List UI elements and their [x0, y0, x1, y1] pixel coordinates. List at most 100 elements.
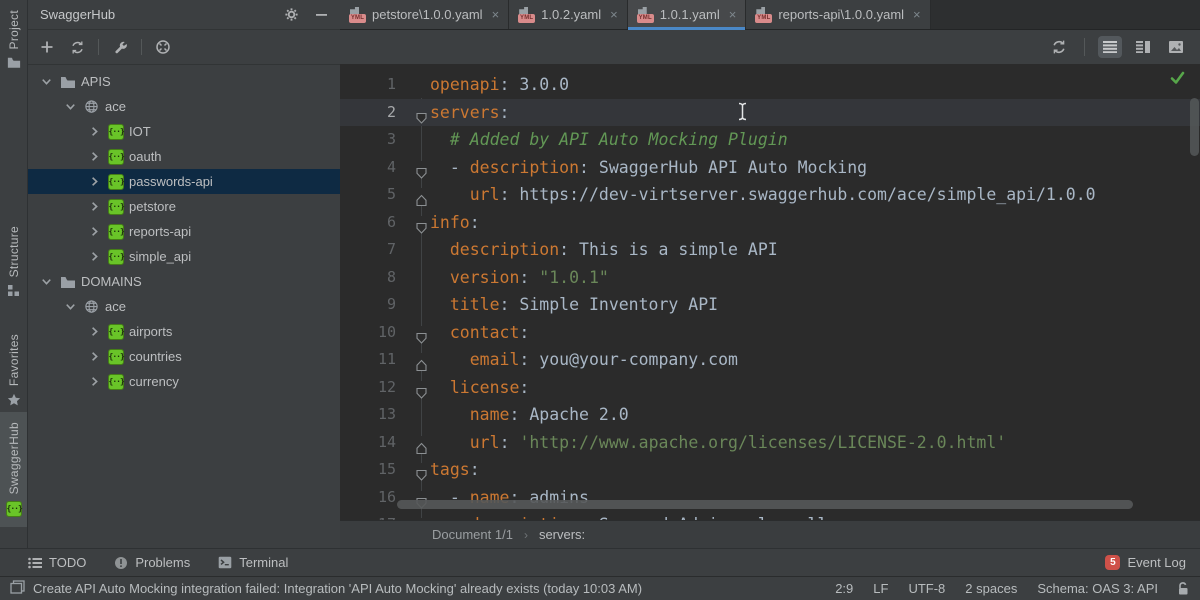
- chevron-right-icon[interactable]: [86, 374, 102, 389]
- editor-refresh-icon[interactable]: [1047, 36, 1071, 58]
- code-line[interactable]: 7 description: This is a simple API: [340, 236, 1200, 264]
- lock-open-icon[interactable]: [1176, 581, 1190, 596]
- view-preview-icon[interactable]: [1164, 36, 1188, 58]
- fold-region-open-icon[interactable]: [415, 326, 428, 339]
- code-line[interactable]: 3 # Added by API Auto Mocking Plugin: [340, 126, 1200, 154]
- tree-item-petstore[interactable]: {··}petstore: [28, 194, 340, 219]
- chevron-down-icon[interactable]: [62, 99, 78, 114]
- chevron-right-icon[interactable]: [86, 174, 102, 189]
- status-item[interactable]: UTF-8: [908, 581, 945, 596]
- tree-item-currency[interactable]: {··}currency: [28, 369, 340, 394]
- toolwindow-button-problems[interactable]: Problems: [114, 555, 190, 570]
- fold-region-open-icon[interactable]: [415, 106, 428, 119]
- tree-item-oauth[interactable]: {··}oauth: [28, 144, 340, 169]
- toolwindow-button-terminal[interactable]: Terminal: [218, 555, 288, 570]
- code-line[interactable]: 13 name: Apache 2.0: [340, 401, 1200, 429]
- close-icon[interactable]: ×: [610, 7, 618, 22]
- code-line[interactable]: 2servers:: [340, 99, 1200, 127]
- chevron-right-icon[interactable]: [86, 324, 102, 339]
- wrench-icon[interactable]: [111, 38, 129, 56]
- fold-region-open-icon[interactable]: [415, 463, 428, 476]
- horizontal-scrollbar-thumb[interactable]: [397, 500, 1133, 509]
- code-line[interactable]: 12 license:: [340, 374, 1200, 402]
- editor-tab[interactable]: YML1.0.2.yaml×: [509, 0, 628, 29]
- chevron-down-icon[interactable]: [62, 299, 78, 314]
- breadcrumb-node[interactable]: servers:: [539, 527, 585, 542]
- inspection-ok-check-icon[interactable]: [1169, 69, 1186, 90]
- code-line[interactable]: 14 url: 'http://www.apache.org/licenses/…: [340, 429, 1200, 457]
- api-icon: {··}: [107, 124, 124, 140]
- chevron-right-icon[interactable]: [86, 124, 102, 139]
- chevron-right-icon[interactable]: [86, 224, 102, 239]
- editor-tab[interactable]: YML1.0.1.yaml×: [628, 0, 747, 29]
- toolwindow-button-structure[interactable]: Structure: [0, 220, 27, 308]
- chevron-right-icon[interactable]: [86, 249, 102, 264]
- fold-region-close-icon[interactable]: [415, 436, 428, 449]
- breadcrumb-document[interactable]: Document 1/1: [432, 527, 513, 542]
- toolwindow-button-favorites[interactable]: Favorites: [0, 328, 27, 418]
- tree-item-reports-api[interactable]: {··}reports-api: [28, 219, 340, 244]
- code-line[interactable]: 15tags:: [340, 456, 1200, 484]
- code-text: description: This is a simple API: [430, 236, 778, 264]
- status-item[interactable]: 2 spaces: [965, 581, 1017, 596]
- code-line[interactable]: 11 email: you@your-company.com: [340, 346, 1200, 374]
- status-message[interactable]: Create API Auto Mocking integration fail…: [33, 581, 642, 596]
- toolwindow-button-todo[interactable]: TODO: [28, 555, 86, 570]
- status-item[interactable]: Schema: OAS 3: API: [1037, 581, 1158, 596]
- editor-tab[interactable]: YMLpetstore\1.0.0.yaml×: [340, 0, 509, 29]
- locate-icon[interactable]: [154, 38, 172, 56]
- add-icon[interactable]: [38, 38, 56, 56]
- code-line[interactable]: 1openapi: 3.0.0: [340, 71, 1200, 99]
- vertical-scrollbar-thumb[interactable]: [1190, 98, 1199, 156]
- tree-item-ace[interactable]: ace: [28, 294, 340, 319]
- code-line[interactable]: 10 contact:: [340, 319, 1200, 347]
- chevron-right-icon[interactable]: [86, 149, 102, 164]
- fold-region-close-icon[interactable]: [415, 518, 428, 520]
- minimize-icon[interactable]: [315, 8, 328, 21]
- tree-item-countries[interactable]: {··}countries: [28, 344, 340, 369]
- fold-region-open-icon[interactable]: [415, 161, 428, 174]
- view-editor-only-icon[interactable]: [1098, 36, 1122, 58]
- code-line[interactable]: 4 - description: SwaggerHub API Auto Moc…: [340, 154, 1200, 182]
- tree-item-ace[interactable]: ace: [28, 94, 340, 119]
- code-line[interactable]: 9 title: Simple Inventory API: [340, 291, 1200, 319]
- tree-item-apis[interactable]: APIS: [28, 69, 340, 94]
- code-editor[interactable]: 1openapi: 3.0.02servers:3 # Added by API…: [340, 64, 1200, 520]
- line-number: 6: [340, 209, 396, 237]
- tree-item-domains[interactable]: DOMAINS: [28, 269, 340, 294]
- tree-item-passwords-api[interactable]: {··}passwords-api: [28, 169, 340, 194]
- code-text: url: https://dev-virtserver.swaggerhub.c…: [430, 181, 1096, 209]
- code-line[interactable]: 6info:: [340, 209, 1200, 237]
- chevron-right-icon[interactable]: [86, 349, 102, 364]
- fold-region-close-icon[interactable]: [415, 353, 428, 366]
- close-icon[interactable]: ×: [492, 7, 500, 22]
- toolwindow-button-swaggerhub[interactable]: SwaggerHub {··}: [0, 412, 27, 527]
- api-icon: {··}: [107, 249, 124, 265]
- status-item[interactable]: LF: [873, 581, 888, 596]
- project-button-label: Project: [7, 10, 21, 49]
- gear-icon[interactable]: [284, 7, 299, 22]
- toggle-toolwindows-icon[interactable]: [10, 580, 25, 597]
- editor-tab[interactable]: YMLreports-api\1.0.0.yaml×: [746, 0, 930, 29]
- editor-zone: YMLpetstore\1.0.0.yaml×YML1.0.2.yaml×YML…: [340, 0, 1200, 548]
- tree-item-simple_api[interactable]: {··}simple_api: [28, 244, 340, 269]
- code-line[interactable]: 8 version: "1.0.1": [340, 264, 1200, 292]
- close-icon[interactable]: ×: [913, 7, 921, 22]
- toolwindow-button-event-log[interactable]: 5 Event Log: [1105, 555, 1186, 570]
- close-icon[interactable]: ×: [729, 7, 737, 22]
- tree-item-airports[interactable]: {··}airports: [28, 319, 340, 344]
- fold-region-close-icon[interactable]: [415, 188, 428, 201]
- fold-region-open-icon[interactable]: [415, 381, 428, 394]
- refresh-icon[interactable]: [68, 38, 86, 56]
- chevron-down-icon[interactable]: [38, 274, 54, 289]
- toolbar-separator: [98, 39, 99, 55]
- fold-region-open-icon[interactable]: [415, 216, 428, 229]
- view-split-icon[interactable]: [1131, 36, 1155, 58]
- tree-item-iot[interactable]: {··}IOT: [28, 119, 340, 144]
- status-item[interactable]: 2:9: [835, 581, 853, 596]
- code-line[interactable]: 5 url: https://dev-virtserver.swaggerhub…: [340, 181, 1200, 209]
- chevron-down-icon[interactable]: [38, 74, 54, 89]
- code-line[interactable]: 17 description: Secured Admin-only calls: [340, 511, 1200, 520]
- toolwindow-button-project[interactable]: Project: [0, 4, 27, 80]
- chevron-right-icon[interactable]: [86, 199, 102, 214]
